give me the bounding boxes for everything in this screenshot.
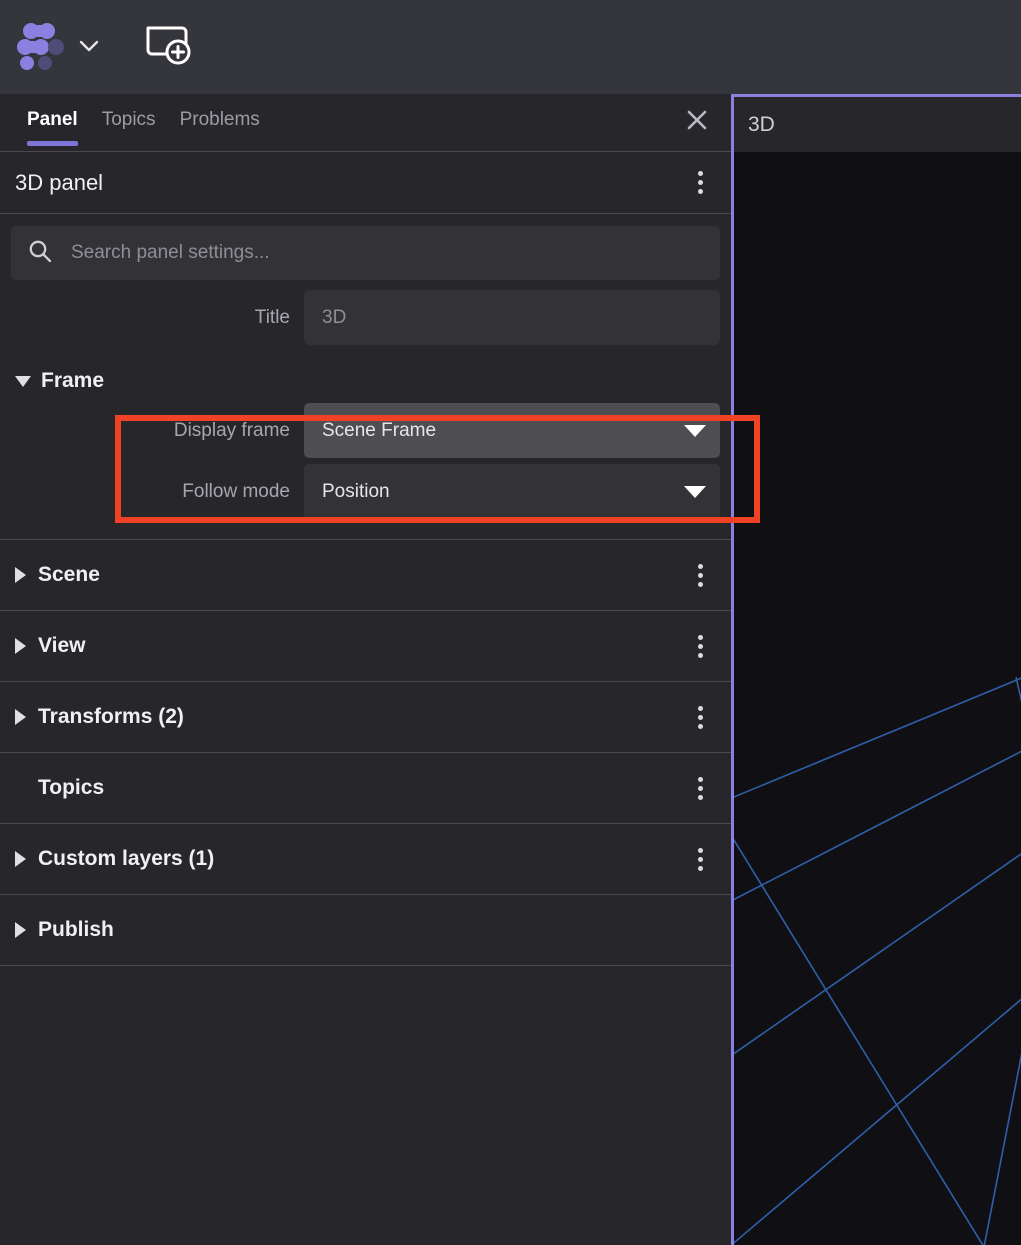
page-title: 3D panel (15, 169, 104, 195)
caret-down-icon (684, 485, 706, 498)
close-icon (683, 106, 711, 139)
tab-problems[interactable]: Problems (168, 94, 272, 151)
follow-mode-value: Position (322, 480, 390, 502)
search-icon (27, 238, 53, 269)
sidebar-section-view[interactable]: View (0, 610, 731, 681)
app-body: Panel Topics Problems 3D panel Search pa… (0, 94, 1021, 1245)
sidebar-section-publish[interactable]: Publish (0, 894, 731, 965)
search-panel-settings[interactable] (11, 226, 720, 280)
sidebar-section-custom-layers-label: Custom layers (1) (38, 847, 215, 870)
follow-mode-dropdown[interactable]: Position (304, 464, 720, 519)
title-field-label: Title (254, 306, 290, 328)
sidebar-section-topics[interactable]: Topics (0, 752, 731, 823)
tab-panel-label: Panel (27, 109, 78, 130)
app-toolbar (0, 0, 1021, 94)
caret-down-icon (684, 424, 706, 437)
panel-header-kebab-menu-icon[interactable] (683, 163, 717, 203)
chevron-right-icon[interactable] (15, 851, 26, 867)
sidebar-section-custom-layers[interactable]: Custom layers (1) (0, 823, 731, 894)
search-container (0, 214, 731, 290)
search-input[interactable] (69, 241, 704, 265)
settings-sidebar: Panel Topics Problems 3D panel Search pa… (0, 94, 731, 1245)
sidebar-section-scene[interactable]: Scene (0, 539, 731, 610)
frame-group-header[interactable]: Frame (0, 351, 731, 403)
3d-panel-title: 3D (748, 112, 775, 136)
panel-settings-header: 3D panel (0, 152, 731, 214)
sidebar-section-topics-label: Topics (38, 776, 105, 799)
sidebar-section-topics-kebab-menu-icon[interactable] (683, 768, 717, 808)
settings-empty-area (0, 965, 731, 1226)
chevron-right-icon[interactable] (15, 567, 26, 583)
3d-panel-header: 3D (734, 97, 1021, 152)
close-sidebar-button[interactable] (679, 104, 715, 140)
tab-topics-label: Topics (101, 109, 156, 130)
chevron-down-icon[interactable] (15, 375, 31, 387)
chevron-right-icon[interactable] (15, 709, 26, 725)
sidebar-section-scene-kebab-menu-icon[interactable] (683, 555, 717, 595)
display-frame-row: Display frame Scene Frame (0, 403, 731, 458)
app-root: Panel Topics Problems 3D panel Search pa… (0, 0, 1021, 1245)
chevron-right-icon[interactable] (15, 922, 26, 938)
tab-topics[interactable]: Topics (90, 94, 168, 151)
chevron-right-icon[interactable] (15, 638, 26, 654)
sidebar-section-publish-label: Publish (38, 918, 114, 941)
sidebar-section-view-kebab-menu-icon[interactable] (683, 626, 717, 666)
sidebar-section-view-label: View (38, 634, 86, 657)
app-menu-button[interactable] (14, 22, 99, 72)
sidebar-section-transforms-kebab-menu-icon[interactable] (683, 697, 717, 737)
display-frame-label: Display frame (173, 419, 290, 441)
tab-panel[interactable]: Panel (15, 94, 90, 151)
sidebar-tabbar: Panel Topics Problems (0, 94, 731, 152)
sidebar-section-transforms-label: Transforms (2) (38, 705, 184, 728)
display-frame-dropdown[interactable]: Scene Frame (304, 403, 720, 458)
title-field-row: Title 3D (0, 290, 731, 345)
follow-mode-label: Follow mode (182, 480, 290, 502)
sidebar-section-transforms[interactable]: Transforms (2) (0, 681, 731, 752)
follow-mode-row: Follow mode Position (0, 464, 731, 519)
chevron-down-icon (78, 38, 99, 56)
sidebar-section-custom-layers-kebab-menu-icon[interactable] (683, 839, 717, 879)
display-frame-value: Scene Frame (322, 419, 437, 441)
settings-content: Title 3D Frame Display frame Scene Frame (0, 214, 731, 1245)
title-input-placeholder: 3D (322, 306, 347, 328)
tab-problems-label: Problems (179, 109, 260, 130)
3d-grid (734, 676, 1021, 1245)
sidebar-section-scene-label: Scene (38, 563, 100, 586)
foxglove-logo (14, 22, 68, 72)
add-panel-button[interactable] (142, 21, 194, 73)
3d-scene-canvas[interactable] (734, 152, 1021, 1245)
3d-panel[interactable]: 3D (731, 94, 1021, 1245)
frame-group-label: Frame (41, 369, 105, 392)
add-panel-icon (143, 21, 193, 74)
title-input[interactable]: 3D (304, 290, 720, 345)
